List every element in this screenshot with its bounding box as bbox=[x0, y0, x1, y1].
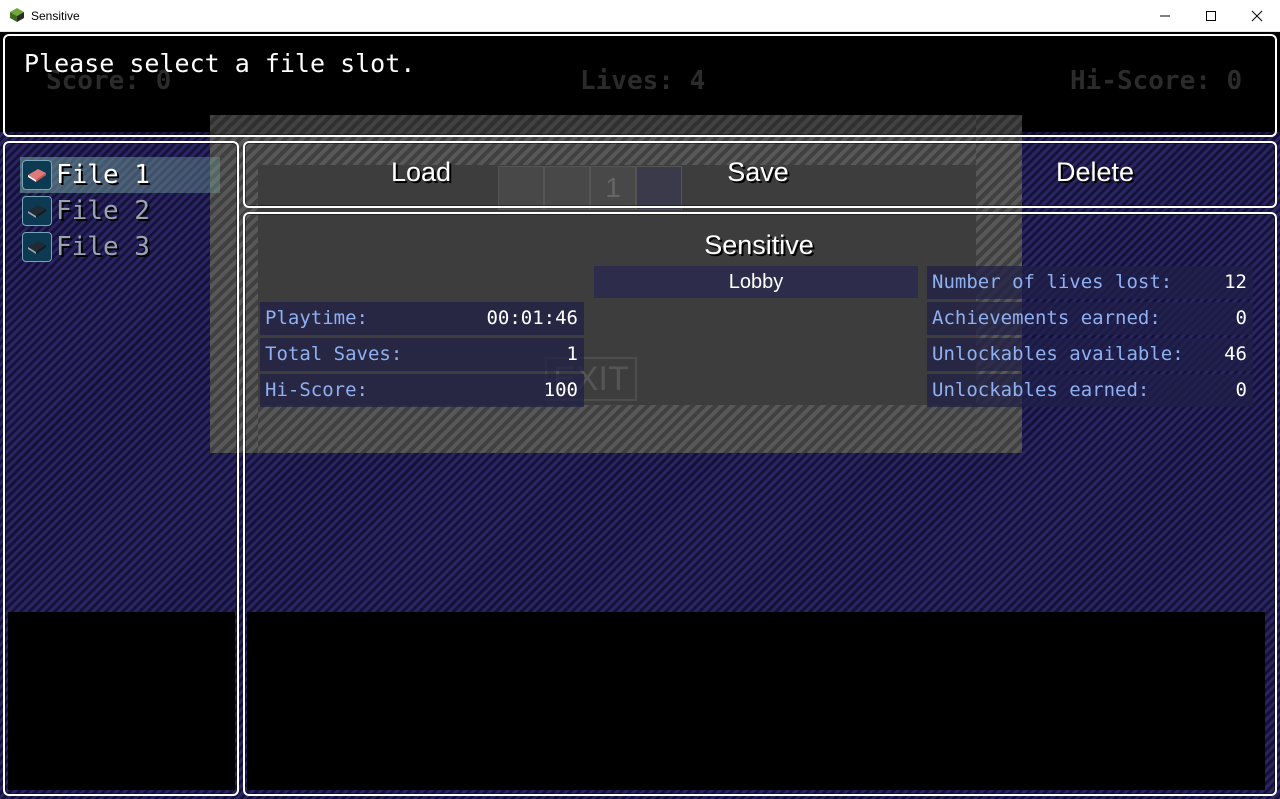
stat-value: 100 bbox=[543, 379, 578, 401]
stat-row-hiscore: Hi-Score: 100 bbox=[260, 374, 584, 407]
book-icon bbox=[22, 196, 52, 226]
window-title: Sensitive bbox=[31, 9, 80, 23]
stat-row-total-saves: Total Saves: 1 bbox=[260, 338, 584, 371]
stat-label: Playtime: bbox=[265, 307, 368, 329]
book-icon bbox=[22, 160, 52, 190]
stat-label: Unlockables available: bbox=[932, 343, 1184, 365]
file-slot-3[interactable]: File 3 bbox=[20, 229, 220, 265]
stat-label: Unlockables earned: bbox=[932, 379, 1150, 401]
save-button[interactable]: Save bbox=[658, 157, 858, 188]
app-icon bbox=[10, 8, 24, 22]
file-slot-label: File 3 bbox=[56, 232, 150, 262]
stat-label: Number of lives lost: bbox=[932, 271, 1173, 293]
minimize-icon bbox=[1160, 15, 1170, 16]
file-slot-1[interactable]: File 1 bbox=[20, 157, 220, 193]
title-bar: Sensitive bbox=[0, 0, 1280, 32]
stat-value: 46 bbox=[1224, 343, 1247, 365]
stat-value: 12 bbox=[1224, 271, 1247, 293]
stat-value: 0 bbox=[1235, 307, 1247, 329]
stat-value: 0 bbox=[1235, 379, 1247, 401]
stat-label: Hi-Score: bbox=[265, 379, 368, 401]
stat-row-lives-lost: Number of lives lost: 12 bbox=[927, 266, 1253, 299]
close-button[interactable] bbox=[1234, 0, 1280, 31]
stat-value: 1 bbox=[566, 343, 578, 365]
file-slot-label: File 1 bbox=[56, 160, 150, 190]
maximize-icon bbox=[1206, 10, 1216, 21]
minimize-button[interactable] bbox=[1142, 0, 1188, 31]
stat-label: Achievements earned: bbox=[932, 307, 1161, 329]
close-icon bbox=[1251, 10, 1263, 21]
delete-button[interactable]: Delete bbox=[995, 157, 1195, 188]
maximize-button[interactable] bbox=[1188, 0, 1234, 31]
stat-value: 00:01:46 bbox=[486, 307, 578, 329]
save-game-title: Sensitive bbox=[704, 230, 814, 260]
stat-row-unlockables-earned: Unlockables earned: 0 bbox=[927, 374, 1253, 407]
file-slot-2[interactable]: File 2 bbox=[20, 193, 220, 229]
load-button[interactable]: Load bbox=[321, 157, 521, 188]
bottom-right-panel bbox=[247, 612, 1265, 790]
stat-row-unlockables-available: Unlockables available: 46 bbox=[927, 338, 1253, 371]
stat-row-achievements: Achievements earned: 0 bbox=[927, 302, 1253, 335]
bottom-left-panel bbox=[8, 612, 235, 790]
book-icon bbox=[22, 232, 52, 262]
stat-row-playtime: Playtime: 00:01:46 bbox=[260, 302, 584, 335]
save-location: Lobby bbox=[594, 266, 918, 298]
file-list: File 1 File 2 File 3 bbox=[20, 157, 220, 265]
file-slot-label: File 2 bbox=[56, 196, 150, 226]
help-text: Please select a file slot. bbox=[24, 49, 416, 78]
stat-label: Total Saves: bbox=[265, 343, 403, 365]
